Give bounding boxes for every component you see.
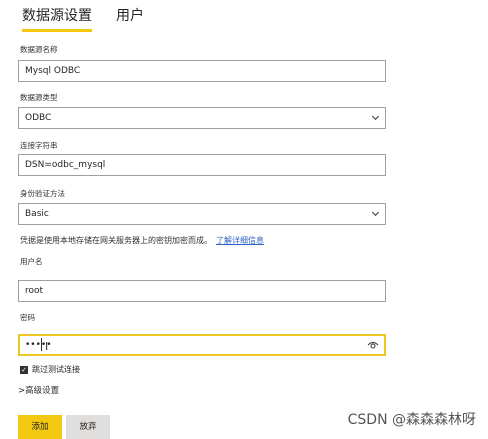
auth-method-select[interactable]: Basic bbox=[18, 203, 386, 225]
credentials-info: 凭据是使用本地存储在网关服务器上的密钥加密而成。 了解详细信息 bbox=[20, 235, 264, 246]
text-caret bbox=[41, 338, 42, 351]
connection-string-label: 连接字符串 bbox=[20, 141, 58, 150]
password-input[interactable]: ••••• Ι bbox=[18, 334, 386, 356]
username-input[interactable]: root bbox=[18, 280, 386, 302]
datasource-type-label: 数据源类型 bbox=[20, 93, 58, 102]
datasource-type-value: ODBC bbox=[25, 113, 52, 123]
credentials-info-text: 凭据是使用本地存储在网关服务器上的密钥加密而成。 bbox=[20, 236, 212, 245]
datasource-name-label: 数据源名称 bbox=[20, 45, 58, 54]
skip-test-connection-checkbox[interactable]: ✓ bbox=[20, 365, 28, 374]
discard-button[interactable]: 放弃 bbox=[66, 415, 110, 439]
skip-test-connection-row[interactable]: ✓ 跳过测试连接 bbox=[20, 364, 80, 375]
watermark: CSDN @森森森林呀 bbox=[347, 412, 476, 428]
tab-datasource-settings[interactable]: 数据源设置 bbox=[22, 6, 92, 32]
show-password-eye-icon[interactable] bbox=[367, 340, 379, 350]
skip-test-connection-label: 跳过测试连接 bbox=[32, 365, 80, 374]
connection-string-input[interactable]: DSN=odbc_mysql bbox=[18, 154, 386, 176]
datasource-name-input[interactable]: Mysql ODBC bbox=[18, 60, 386, 82]
advanced-settings-label: 高级设置 bbox=[25, 386, 60, 396]
password-label: 密码 bbox=[20, 313, 35, 322]
auth-method-value: Basic bbox=[25, 209, 49, 219]
username-label: 用户名 bbox=[20, 257, 43, 266]
ibeam-cursor-icon: Ι bbox=[45, 340, 49, 353]
tab-users[interactable]: 用户 bbox=[116, 6, 144, 32]
auth-method-label: 身份验证方法 bbox=[20, 189, 65, 198]
advanced-settings-toggle[interactable]: >高级设置 bbox=[18, 384, 59, 396]
datasource-type-select[interactable]: ODBC bbox=[18, 107, 386, 129]
tab-bar: 数据源设置 用户 bbox=[22, 6, 168, 32]
learn-more-link[interactable]: 了解详细信息 bbox=[216, 236, 264, 245]
add-button[interactable]: 添加 bbox=[18, 415, 62, 439]
